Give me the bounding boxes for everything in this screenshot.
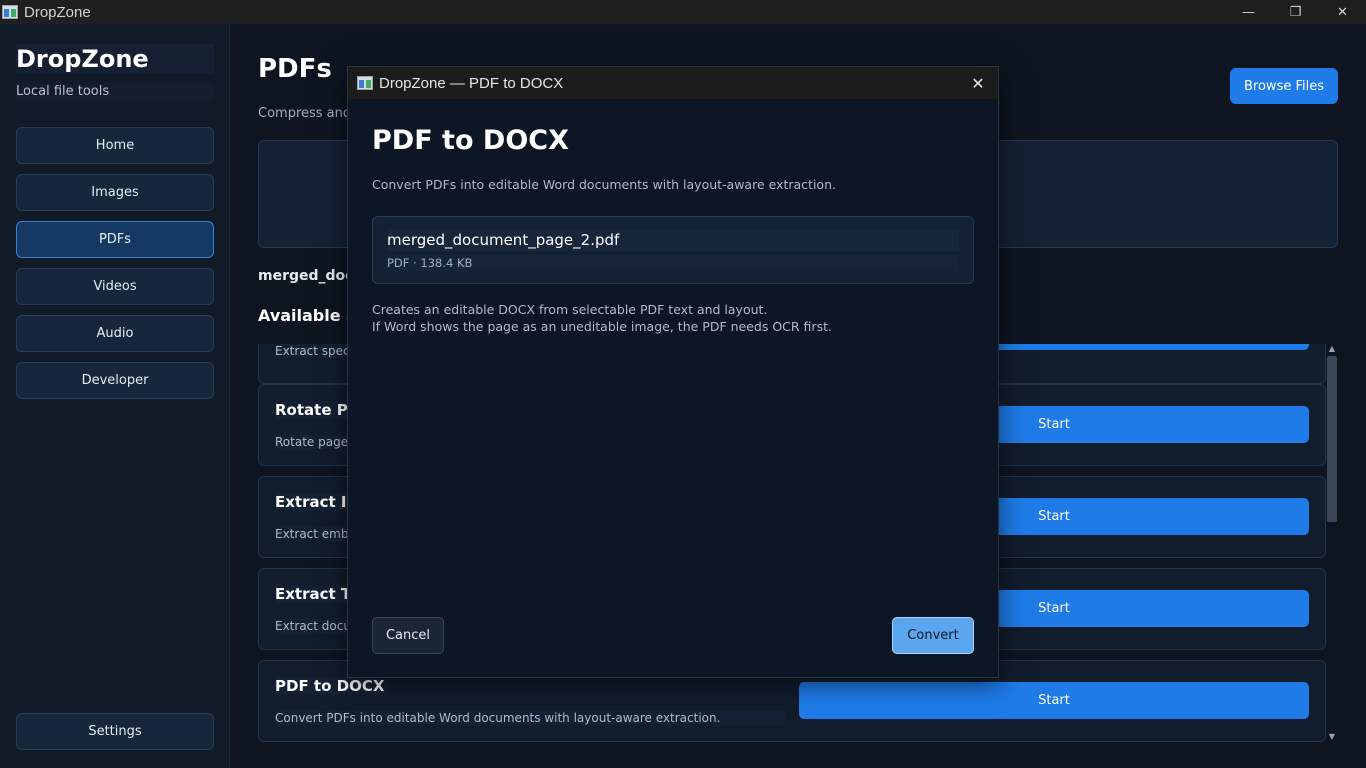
convert-button[interactable]: Convert [892, 617, 974, 654]
minimize-button[interactable]: — [1225, 0, 1272, 24]
app-icon [2, 5, 18, 19]
dialog-heading: PDF to DOCX [372, 125, 569, 156]
app-icon [357, 76, 373, 90]
cancel-button[interactable]: Cancel [372, 617, 444, 654]
sidebar-item-audio[interactable]: Audio [16, 315, 214, 352]
close-icon[interactable]: ✕ [966, 71, 990, 95]
action-card-title: PDF to DOCX [275, 677, 389, 695]
dialog-note: Creates an editable DOCX from selectable… [372, 301, 832, 335]
action-card-description: Convert PDFs into editable Word document… [275, 711, 785, 725]
dialog-description: Convert PDFs into editable Word document… [372, 177, 836, 192]
scroll-thumb[interactable] [1327, 356, 1337, 522]
brand-title: DropZone [16, 44, 214, 74]
close-window-button[interactable]: ✕ [1319, 0, 1366, 24]
file-card: merged_document_page_2.pdf PDF · 138.4 K… [372, 216, 974, 284]
brand-subtitle: Local file tools [16, 83, 214, 101]
window-controls: — ❐ ✕ [1225, 0, 1366, 24]
sidebar-item-images[interactable]: Images [16, 174, 214, 211]
sidebar: DropZone Local file tools Home Images PD… [0, 24, 230, 768]
dialog-note-line-1: Creates an editable DOCX from selectable… [372, 302, 768, 317]
scroll-up-icon[interactable]: ▲ [1326, 342, 1338, 354]
sidebar-item-pdfs[interactable]: PDFs [16, 221, 214, 258]
dialog-titlebar: DropZone — PDF to DOCX ✕ [348, 67, 998, 99]
sidebar-item-videos[interactable]: Videos [16, 268, 214, 305]
app-title: DropZone [24, 3, 91, 21]
sidebar-item-home[interactable]: Home [16, 127, 214, 164]
file-name: merged_document_page_2.pdf [387, 229, 959, 251]
browse-files-button[interactable]: Browse Files [1230, 68, 1338, 104]
sidebar-item-developer[interactable]: Developer [16, 362, 214, 399]
page-title: PDFs [258, 54, 332, 84]
app-titlebar: DropZone — ❐ ✕ [0, 0, 1366, 24]
dialog-note-line-2: If Word shows the page as an uneditable … [372, 319, 832, 334]
file-meta: PDF · 138.4 KB [387, 255, 959, 271]
actions-scrollbar[interactable]: ▲ ▼ [1326, 342, 1338, 742]
settings-button[interactable]: Settings [16, 713, 214, 750]
start-button[interactable]: Start [799, 682, 1309, 719]
dialog-window-title: DropZone — PDF to DOCX [379, 74, 564, 92]
scroll-down-icon[interactable]: ▼ [1326, 730, 1338, 742]
pdf-to-docx-dialog: DropZone — PDF to DOCX ✕ PDF to DOCX Con… [347, 66, 999, 678]
page-description: Compress and [258, 106, 352, 121]
maximize-button[interactable]: ❐ [1272, 0, 1319, 24]
